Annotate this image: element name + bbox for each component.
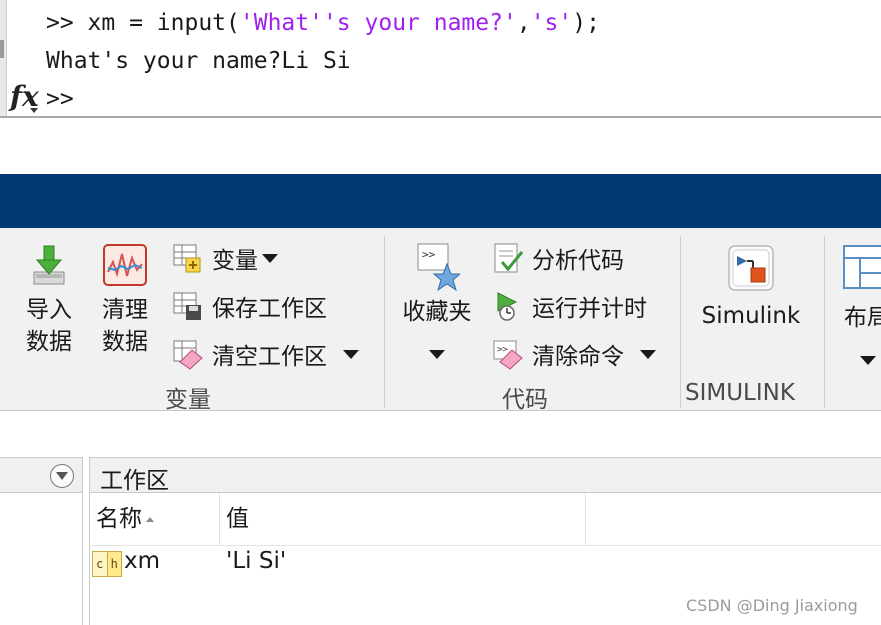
clean-data-icon — [103, 244, 147, 286]
eraser-icon — [173, 340, 203, 370]
layout-icon — [843, 245, 881, 289]
clear-commands-label: 清除命令 — [532, 344, 624, 370]
simulink-icon — [728, 245, 774, 291]
toolstrip-ribbon: 导入 数据 清理 数据 变量 保存工作区 清空工作区 变量 >> 收藏夹 分析代… — [0, 228, 881, 413]
group-separator — [384, 236, 385, 408]
chevron-down-icon — [262, 253, 278, 263]
code-text: >> xm = input( — [46, 10, 240, 36]
chevron-down-icon — [343, 349, 359, 359]
favorites-star-icon: >> — [417, 243, 460, 292]
string-literal: 's' — [530, 10, 573, 36]
analyze-code-icon — [494, 243, 524, 273]
command-window-gutter — [0, 0, 7, 118]
simulink-group-label: SIMULINK — [685, 380, 795, 406]
run-timer-icon — [497, 292, 518, 321]
save-workspace-icon — [173, 292, 201, 320]
save-workspace-label: 保存工作区 — [212, 296, 327, 322]
layout-button[interactable]: 布局 — [838, 244, 881, 374]
command-prompt[interactable]: >> — [46, 86, 74, 112]
workspace-title: 工作区 — [100, 468, 169, 494]
favorites-button[interactable]: >> 收藏夹 — [398, 242, 476, 368]
variable-group-label: 变量 — [165, 387, 211, 413]
eraser-icon: >> — [493, 340, 523, 370]
svg-text:>>: >> — [497, 345, 508, 355]
import-data-label-1: 导入 — [26, 297, 72, 323]
char-icon-c: c — [96, 557, 104, 571]
save-workspace-button[interactable]: 保存工作区 — [172, 286, 327, 326]
column-header-value[interactable]: 值 — [220, 493, 586, 545]
toolstrip-header-band — [0, 174, 881, 228]
analyze-code-button[interactable]: 分析代码 — [492, 238, 624, 278]
clean-data-button[interactable]: 清理 数据 — [94, 242, 156, 358]
command-output-line: What's your name?Li Si — [46, 48, 351, 74]
chevron-down-icon — [640, 349, 656, 359]
char-array-icon: c h — [92, 551, 122, 577]
chevron-down-icon — [429, 350, 445, 359]
column-header-name[interactable]: 名称 — [90, 493, 220, 545]
variable-value: 'Li Si' — [226, 548, 287, 574]
group-separator — [680, 236, 681, 408]
clear-workspace-button[interactable]: 清空工作区 — [172, 334, 359, 374]
code-comma: , — [516, 10, 531, 36]
column-header-name-label: 名称 — [96, 506, 142, 532]
favorites-label: 收藏夹 — [402, 299, 472, 325]
group-separator — [824, 236, 825, 408]
run-and-time-label: 运行并计时 — [532, 296, 647, 322]
watermark-text: CSDN @Ding Jiaxiong — [686, 596, 858, 615]
new-variable-icon — [173, 244, 201, 273]
sort-ascending-icon — [146, 517, 154, 522]
layout-label: 布局 — [844, 305, 881, 331]
table-row[interactable]: c h xm 'Li Si' — [90, 547, 881, 583]
new-variable-label: 变量 — [212, 248, 258, 274]
simulink-button[interactable]: Simulink — [692, 244, 810, 332]
panel-actions-button[interactable] — [50, 464, 74, 488]
workspace-header: 工作区 — [90, 457, 881, 494]
svg-text:>>: >> — [422, 248, 436, 261]
chevron-down-icon — [860, 356, 876, 365]
new-variable-button[interactable]: 变量 — [172, 238, 278, 278]
analyze-code-label: 分析代码 — [532, 248, 624, 274]
divider — [0, 116, 881, 118]
string-literal: 'What''s your name?' — [239, 10, 517, 36]
char-icon-h: h — [106, 552, 121, 576]
variable-name: xm — [124, 548, 161, 574]
clean-data-label-2: 数据 — [102, 329, 148, 355]
clean-data-label-1: 清理 — [102, 297, 148, 323]
command-input-line: >> xm = input('What''s your name?','s'); — [46, 10, 600, 36]
code-end: ); — [572, 10, 600, 36]
run-and-time-button[interactable]: 运行并计时 — [492, 286, 647, 326]
import-data-button[interactable]: 导入 数据 — [18, 242, 80, 358]
import-data-label-2: 数据 — [26, 329, 72, 355]
column-header-value-label: 值 — [226, 506, 249, 532]
command-window[interactable]: >> xm = input('What''s your name?','s');… — [0, 0, 881, 118]
code-group-label: 代码 — [502, 387, 548, 413]
gutter-marker — [0, 40, 4, 58]
import-icon — [33, 245, 65, 285]
simulink-label: Simulink — [701, 303, 801, 329]
chevron-down-icon — [30, 108, 38, 113]
clear-workspace-label: 清空工作区 — [212, 344, 327, 370]
chevron-down-icon — [56, 472, 68, 480]
clear-commands-button[interactable]: >> 清除命令 — [492, 334, 656, 374]
panel-header — [0, 457, 82, 493]
current-folder-panel — [0, 457, 83, 625]
workspace-column-headers: 名称 值 — [90, 493, 881, 546]
